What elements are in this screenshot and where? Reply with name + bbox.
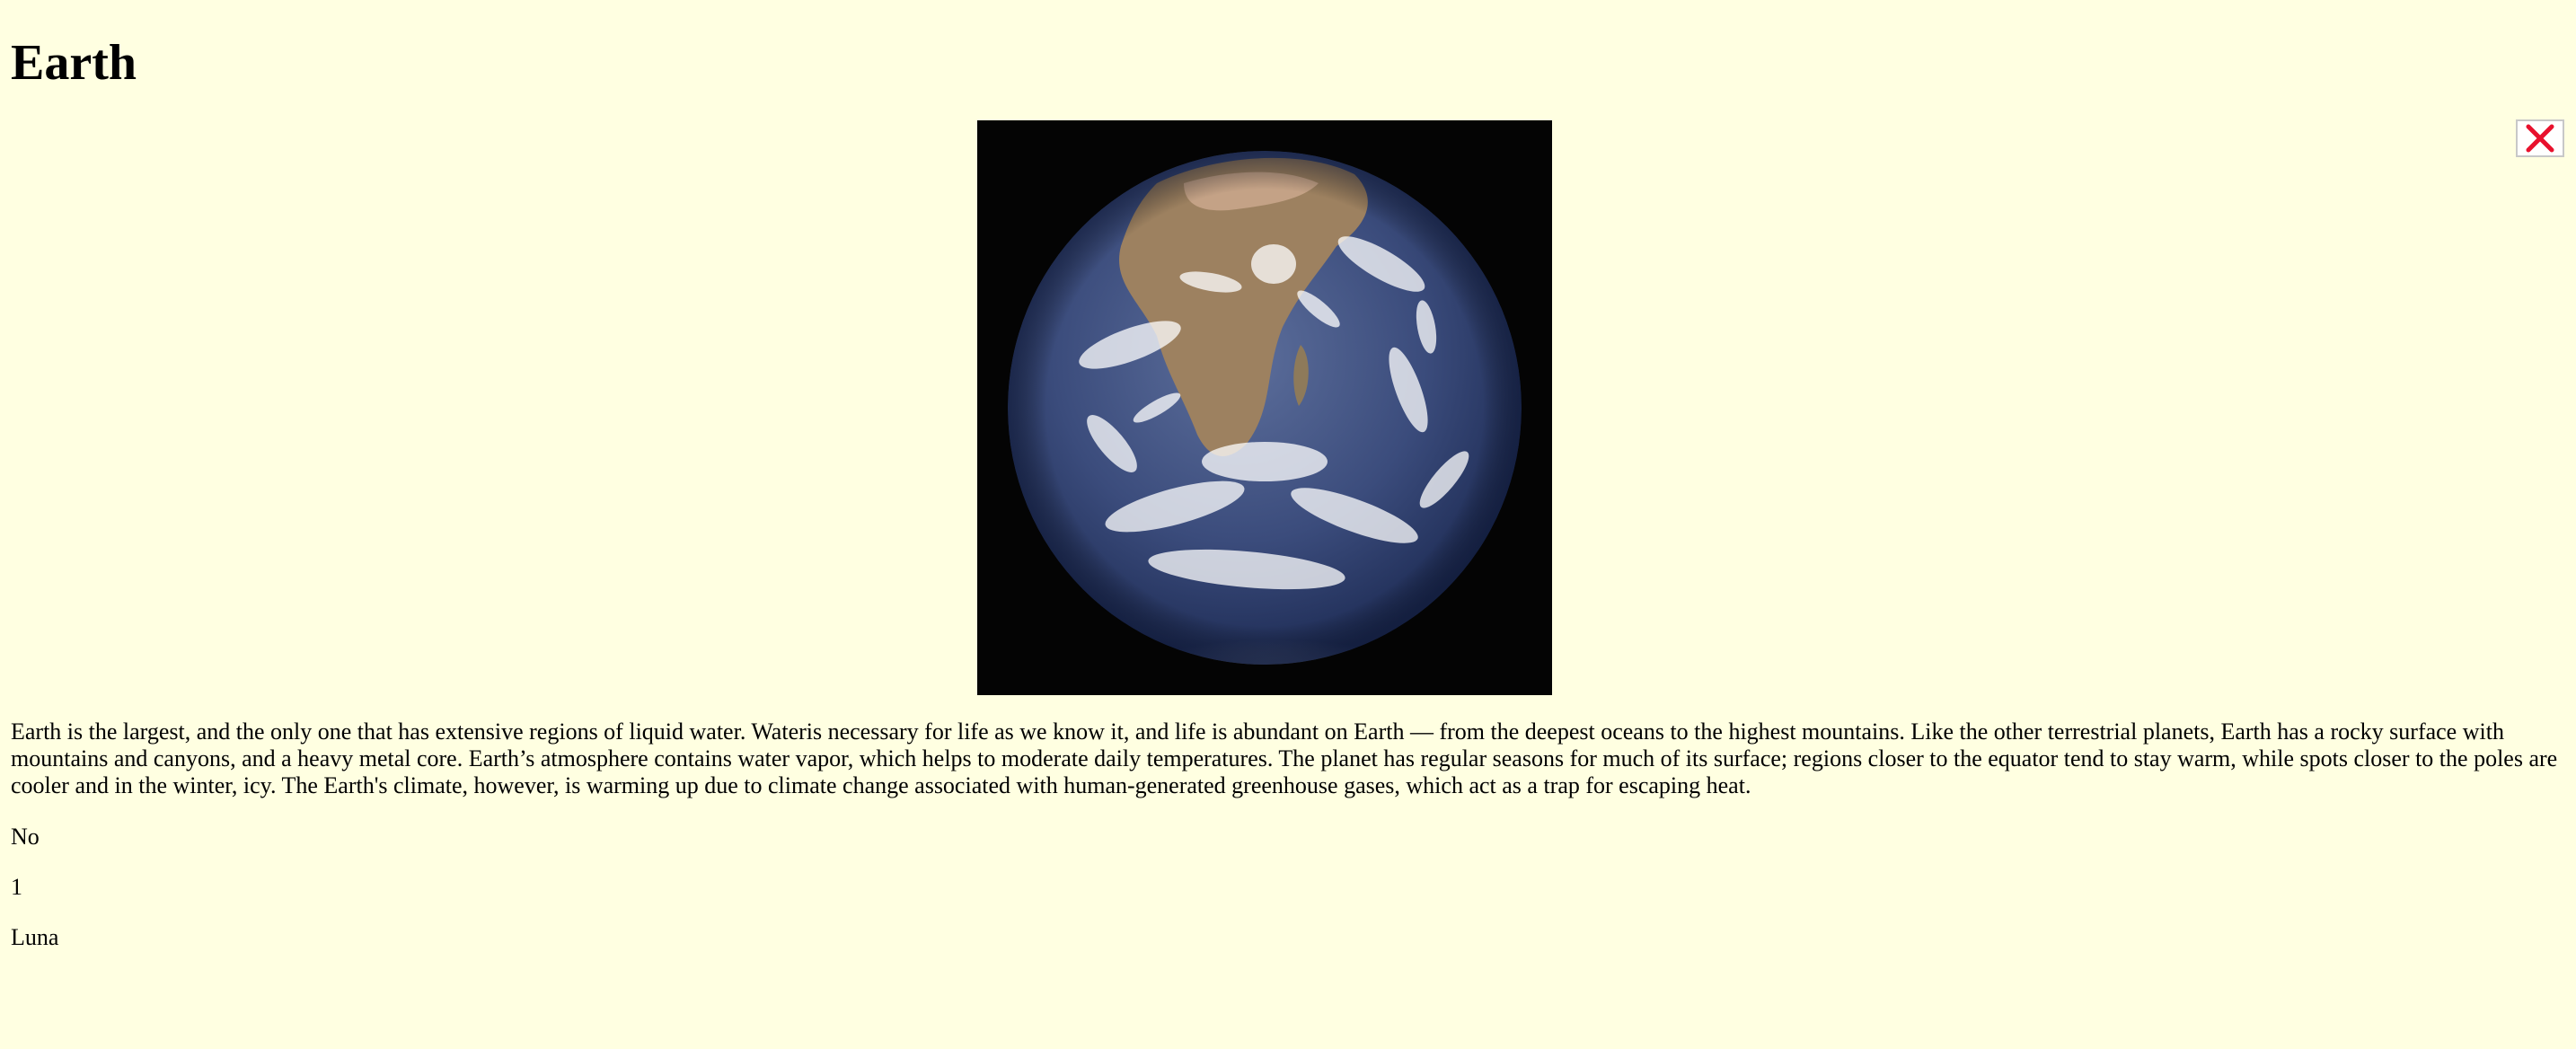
planet-page: Earth Earth is the largest, and the only… <box>0 0 2576 1049</box>
page-title: Earth <box>11 35 137 91</box>
moon-names-value: Luna <box>11 924 59 950</box>
earth-image <box>977 120 1552 695</box>
moon-count-value: 1 <box>11 874 22 900</box>
close-icon <box>2526 124 2554 153</box>
planet-description: Earth is the largest, and the only one t… <box>11 718 2558 798</box>
close-button[interactable] <box>2516 119 2564 157</box>
earth-globe-graphic <box>977 120 1552 695</box>
rings-value: No <box>11 824 40 850</box>
